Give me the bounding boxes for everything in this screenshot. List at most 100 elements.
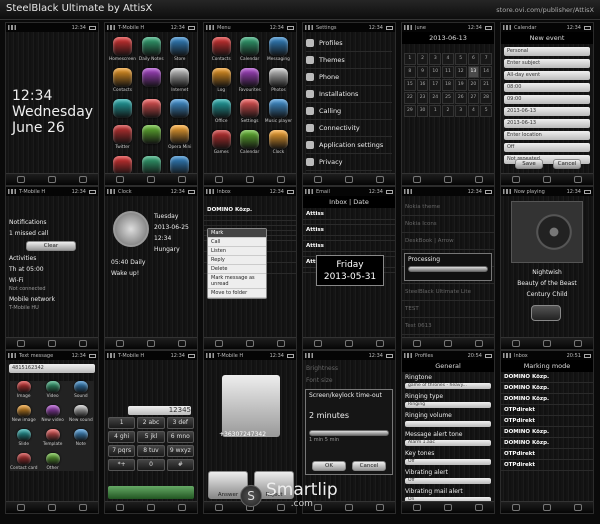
calendar-day[interactable]: 5 [454,53,467,65]
key[interactable]: 1 [108,417,136,429]
calendar-day[interactable]: 20 [467,79,480,91]
app-icon-item[interactable]: Office [208,99,234,124]
calendar-day[interactable]: 22 [404,92,416,104]
ok-button[interactable]: OK [312,461,346,471]
home-icon[interactable] [245,176,254,183]
key[interactable]: 3 def [166,417,194,429]
app-icon-item[interactable] [138,68,165,93]
mark-row[interactable]: DOMINO Közp. [501,438,593,449]
options-icon[interactable] [276,176,285,183]
home-icon[interactable] [47,340,56,347]
home-icon[interactable] [443,340,452,347]
settings-item[interactable]: Connectivity [306,120,392,137]
insert-item[interactable]: Note [68,429,94,447]
home-icon[interactable] [146,504,155,511]
event-field[interactable]: Enter subject [504,59,590,68]
home-icon[interactable] [146,176,155,183]
app-icon-item[interactable]: Store [166,37,193,62]
home-icon[interactable] [443,176,452,183]
calendar-day[interactable]: 18 [442,79,454,91]
calendar-day[interactable]: 19 [454,79,467,91]
home-icon[interactable] [344,504,353,511]
calendar-day[interactable]: 30 [416,105,429,117]
options-icon[interactable] [573,176,582,183]
profile-value[interactable] [405,421,491,427]
calendar-day[interactable]: 5 [480,105,492,117]
insert-item[interactable]: New image [10,405,38,423]
back-icon[interactable] [215,340,224,347]
event-field[interactable]: Off [504,143,590,152]
back-icon[interactable] [215,504,224,511]
back-icon[interactable] [116,176,125,183]
store-url[interactable]: store.ovi.com/publisher/AttisX [496,6,594,14]
app-icon-item[interactable]: Messaging [265,37,292,62]
options-icon[interactable] [474,504,483,511]
settings-item[interactable]: Calling [306,103,392,120]
back-icon[interactable] [215,176,224,183]
profile-row[interactable]: Vibrating alert [402,467,494,478]
app-icon-item[interactable]: Contacts [208,37,234,62]
key[interactable]: # [166,459,194,471]
calendar-day[interactable]: 3 [429,53,442,65]
profile-value[interactable]: Off [405,478,491,484]
calendar-day[interactable]: 2 [416,53,429,65]
setting-item[interactable]: Brightness [303,363,341,374]
calendar-day[interactable]: 1 [404,53,416,65]
profile-value[interactable]: Ringing [405,402,491,408]
calendar-day[interactable]: 16 [416,79,429,91]
insert-item[interactable]: Sound [68,381,94,399]
home-icon[interactable] [47,176,56,183]
options-icon[interactable] [474,340,483,347]
calendar-day[interactable]: 7 [480,53,492,65]
insert-item[interactable]: Image [10,381,38,399]
app-icon-item[interactable]: Daily Notes [138,37,165,62]
settings-item[interactable]: Profiles [306,35,392,52]
mark-row[interactable]: OTPdirekt [501,416,593,427]
app-icon-item[interactable]: Settings [236,99,262,124]
save-button[interactable]: Save [515,159,543,169]
options-icon[interactable] [177,176,186,183]
mark-row[interactable]: DOMINO Közp. [501,427,593,438]
theme-item[interactable]: TEST [402,301,494,318]
back-icon[interactable] [413,340,422,347]
calendar-day[interactable]: 23 [416,92,429,104]
profile-value[interactable]: game of thrones - heavy... [405,383,491,389]
mail-row[interactable]: Attiss [303,241,395,252]
calendar-day[interactable]: 29 [404,105,416,117]
calendar-day[interactable]: 9 [416,66,429,78]
key[interactable]: 8 tuv [137,445,165,457]
mark-row[interactable]: OTPdirekt [501,449,593,460]
profile-value[interactable]: Alarm 1.aac [405,440,491,446]
cancel-button[interactable]: Cancel [553,159,581,169]
key[interactable]: 5 jkl [137,431,165,443]
key[interactable]: *+ [108,459,136,471]
back-icon[interactable] [512,504,521,511]
profile-row[interactable]: Ringing volume [402,410,494,421]
insert-item[interactable]: Video [40,381,66,399]
cancel-button[interactable]: Cancel [352,461,386,471]
options-icon[interactable] [474,176,483,183]
menu-item[interactable]: Call [208,238,266,247]
home-icon[interactable] [47,504,56,511]
app-icon-item[interactable]: Log [208,68,234,93]
profile-row[interactable]: Vibrating mail alert [402,486,494,497]
settings-item[interactable]: Privacy [306,154,392,171]
calendar-day[interactable]: 4 [467,105,480,117]
calendar-day[interactable]: 4 [442,53,454,65]
settings-item[interactable]: Themes [306,52,392,69]
app-icon-item[interactable] [138,125,165,150]
mark-row[interactable]: DOMINO Közp. [501,372,593,383]
app-icon-item[interactable]: Calendar [236,37,262,62]
calendar-day[interactable]: 27 [467,92,480,104]
mail-row[interactable]: Attiss [303,225,395,236]
options-icon[interactable] [276,340,285,347]
event-field[interactable]: Personal [504,47,590,56]
options-icon[interactable] [573,504,582,511]
mark-row[interactable]: OTPdirekt [501,405,593,416]
calendar-day[interactable]: 10 [429,66,442,78]
key[interactable]: 9 wxyz [166,445,194,457]
options-icon[interactable] [177,504,186,511]
insert-item[interactable]: Contact card [10,453,38,471]
profile-row[interactable]: Message alert tone [402,429,494,440]
home-icon[interactable] [542,340,551,347]
